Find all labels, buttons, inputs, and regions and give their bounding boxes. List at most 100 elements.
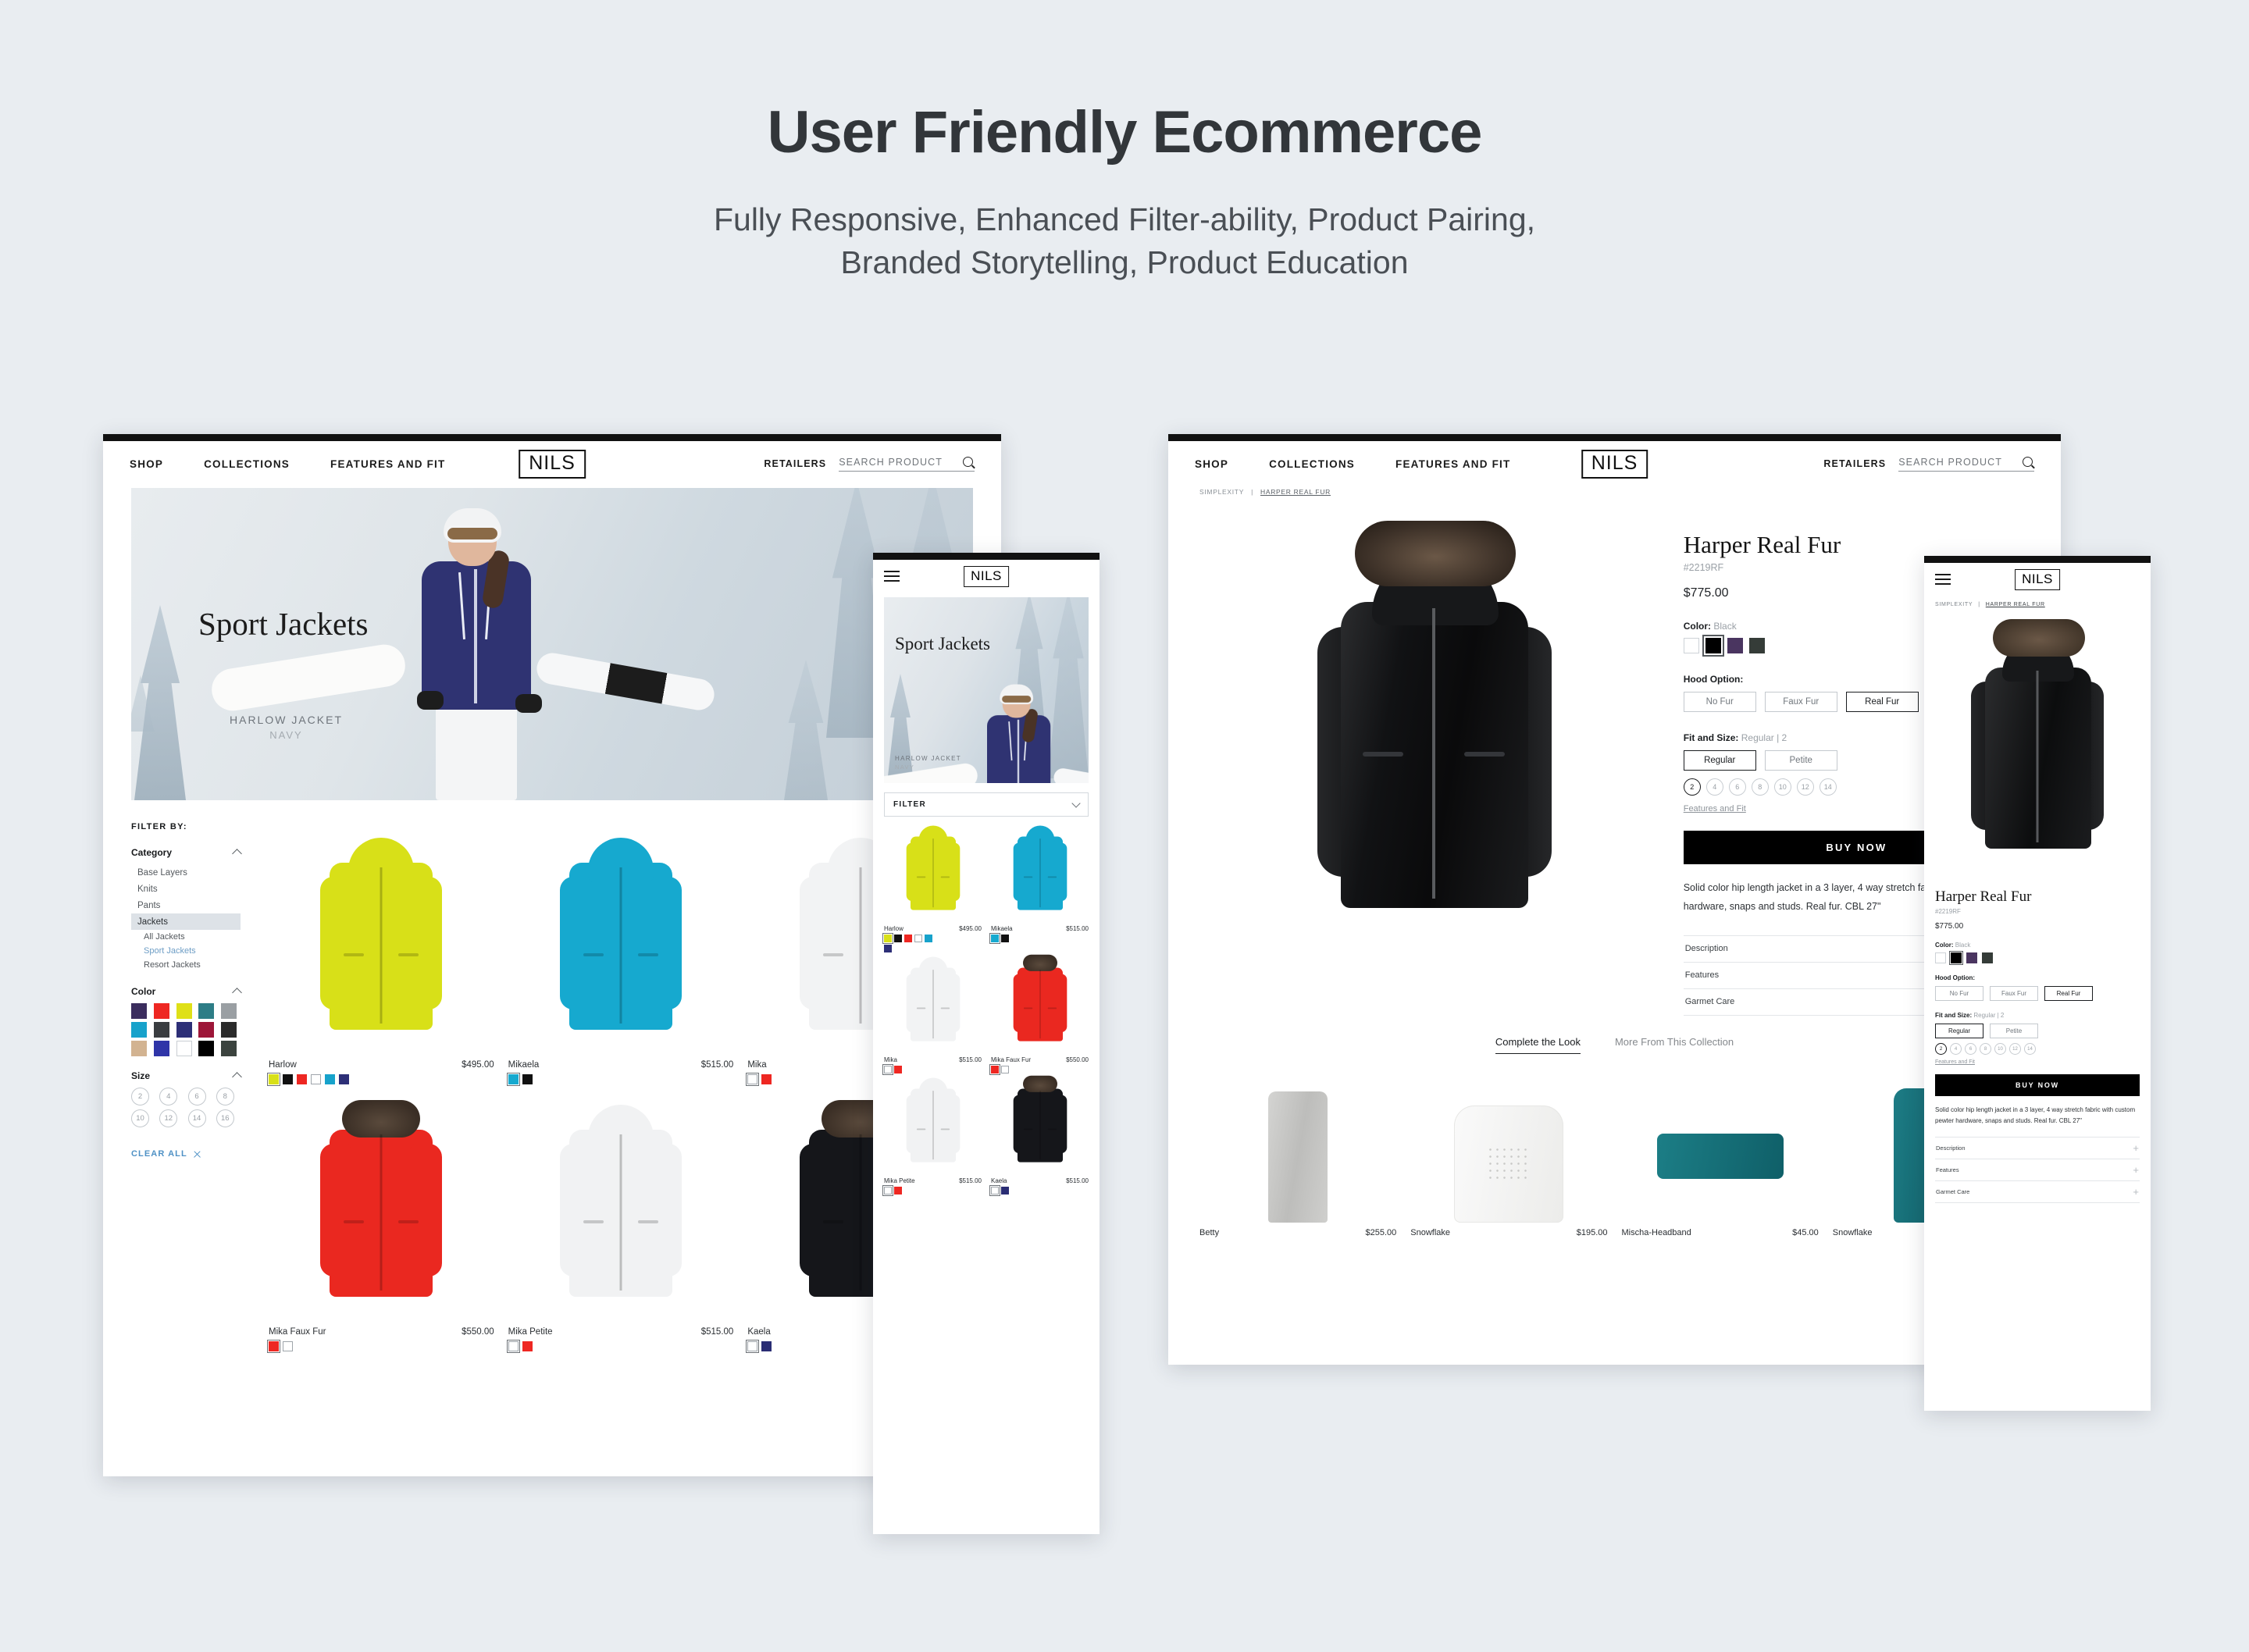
filter-swatch-7[interactable] xyxy=(176,1022,192,1038)
pdp-color-swatch-1[interactable] xyxy=(1948,950,1964,966)
filter-category-base-layers[interactable]: Base Layers xyxy=(131,864,241,881)
hood-option-real-fur[interactable]: Real Fur xyxy=(1845,692,1919,713)
filter-swatch-8[interactable] xyxy=(198,1022,215,1038)
mobile-product-card[interactable]: Harlow $495.00 xyxy=(882,824,982,952)
filter-swatch-10[interactable] xyxy=(131,1041,147,1056)
product-swatch-1[interactable] xyxy=(283,1074,293,1084)
product-swatch-0[interactable] xyxy=(989,1063,1001,1076)
filter-swatch-13[interactable] xyxy=(198,1041,215,1056)
product-swatches[interactable] xyxy=(882,1063,940,1076)
filter-color-swatches[interactable] xyxy=(131,1003,241,1056)
filter-size-options[interactable]: 2 4 6 8 10 12 14 16 xyxy=(131,1088,241,1127)
product-swatch-4[interactable] xyxy=(925,935,932,942)
product-swatch-0[interactable] xyxy=(506,1339,520,1354)
fit-option-regular[interactable]: Regular xyxy=(1683,750,1756,771)
product-swatch-0[interactable] xyxy=(882,1184,894,1197)
pdp-size-2[interactable]: 2 xyxy=(1935,1043,1947,1055)
product-image[interactable] xyxy=(269,1089,494,1323)
pdp-color-swatch-3[interactable] xyxy=(1982,952,1993,963)
product-image[interactable] xyxy=(269,822,494,1056)
search-icon[interactable] xyxy=(2023,456,2034,468)
product-card[interactable]: Mika Faux Fur $550.00 xyxy=(266,1089,494,1354)
filter-swatch-14[interactable] xyxy=(221,1041,237,1056)
brand-logo[interactable]: NILS xyxy=(2015,568,2060,590)
product-swatches[interactable] xyxy=(882,1184,940,1197)
color-swatch-group[interactable] xyxy=(1935,950,2140,966)
nav-link-features-and-fit[interactable]: FEATURES AND FIT xyxy=(330,458,445,470)
chevron-up-icon[interactable] xyxy=(232,849,242,859)
filter-swatch-3[interactable] xyxy=(198,1003,215,1019)
product-swatch-1[interactable] xyxy=(761,1074,772,1084)
nav-link-retailers[interactable]: RETAILERS xyxy=(1823,458,1886,469)
hood-option-faux-fur[interactable]: Faux Fur xyxy=(1990,986,2038,1001)
brand-logo[interactable]: NILS xyxy=(519,449,586,479)
plus-icon[interactable]: + xyxy=(2133,1142,2139,1154)
search-icon[interactable] xyxy=(963,456,975,468)
product-swatch-5[interactable] xyxy=(884,945,892,952)
product-swatch-1[interactable] xyxy=(1001,1187,1009,1194)
filter-swatch-5[interactable] xyxy=(131,1022,147,1038)
filter-subcategory-all-jackets[interactable]: All Jackets xyxy=(131,930,241,944)
pdp-size-12[interactable]: 12 xyxy=(2009,1043,2021,1055)
pdp-color-swatch-2[interactable] xyxy=(1966,952,1977,963)
product-swatch-0[interactable] xyxy=(266,1072,281,1087)
pdp-color-swatch-0[interactable] xyxy=(1935,952,1946,963)
chevron-down-icon[interactable] xyxy=(1071,798,1081,808)
search-field[interactable]: SEARCH PRODUCT xyxy=(1898,456,2034,472)
filter-category-jackets[interactable]: Jackets xyxy=(131,913,241,930)
product-swatches[interactable] xyxy=(882,932,940,952)
filter-group-color-header[interactable]: Color xyxy=(131,986,242,998)
related-product-card[interactable]: Betty $255.00 xyxy=(1199,1076,1396,1237)
filter-swatch-9[interactable] xyxy=(221,1022,237,1038)
filter-swatch-1[interactable] xyxy=(153,1003,169,1019)
pdp-size-4[interactable]: 4 xyxy=(1950,1043,1962,1055)
related-product-card[interactable]: Snowflake $195.00 xyxy=(1410,1076,1608,1237)
search-field[interactable]: SEARCH PRODUCT xyxy=(839,456,975,472)
product-card[interactable]: Harlow $495.00 xyxy=(266,822,494,1087)
product-swatch-1[interactable] xyxy=(761,1341,772,1351)
product-swatch-0[interactable] xyxy=(746,1072,760,1087)
hamburger-icon[interactable] xyxy=(884,568,900,585)
chevron-up-icon[interactable] xyxy=(232,1072,242,1082)
pdp-size-10[interactable]: 10 xyxy=(1773,778,1791,796)
product-swatch-1[interactable] xyxy=(1001,1066,1009,1073)
chevron-up-icon[interactable] xyxy=(232,988,242,998)
hood-option-real-fur[interactable]: Real Fur xyxy=(2044,986,2093,1001)
product-image[interactable] xyxy=(508,1089,734,1323)
hood-option-group[interactable]: No Fur Faux Fur Real Fur xyxy=(1935,986,2140,1001)
product-swatches[interactable] xyxy=(506,1339,734,1354)
filter-category-knits[interactable]: Knits xyxy=(131,881,241,897)
filter-size-14[interactable]: 14 xyxy=(187,1109,206,1127)
product-card[interactable]: Mikaela $515.00 xyxy=(506,822,734,1087)
filter-size-4[interactable]: 4 xyxy=(159,1088,178,1105)
filter-swatch-2[interactable] xyxy=(176,1003,192,1019)
pdp-color-swatch-2[interactable] xyxy=(1727,638,1743,654)
filter-swatch-11[interactable] xyxy=(153,1041,169,1056)
filter-group-size-header[interactable]: Size xyxy=(131,1070,242,1082)
clear-all-button[interactable]: CLEAR ALL xyxy=(131,1149,241,1159)
mobile-product-gallery[interactable] xyxy=(1924,607,2151,888)
product-swatch-1[interactable] xyxy=(894,1187,902,1194)
product-swatches[interactable] xyxy=(266,1072,494,1087)
pdp-color-swatch-3[interactable] xyxy=(1748,638,1765,654)
product-swatch-3[interactable] xyxy=(914,935,922,942)
plus-icon[interactable]: + xyxy=(2133,1164,2139,1176)
hood-option-faux-fur[interactable]: Faux Fur xyxy=(1764,692,1837,713)
pdp-size-8[interactable]: 8 xyxy=(1980,1043,1991,1055)
product-swatch-0[interactable] xyxy=(266,1339,281,1354)
pdp-gallery[interactable] xyxy=(1199,500,1668,1016)
mobile-product-card[interactable]: Mika Faux Fur $550.00 xyxy=(989,954,1089,1076)
nav-link-features-and-fit[interactable]: FEATURES AND FIT xyxy=(1395,458,1510,470)
accordion-description[interactable]: Description + xyxy=(1935,1137,2140,1159)
filter-swatch-6[interactable] xyxy=(153,1022,169,1038)
filter-swatch-12[interactable] xyxy=(176,1041,192,1056)
filter-subcategory-resort-jackets[interactable]: Resort Jackets xyxy=(131,958,241,972)
breadcrumb-current[interactable]: HARPER REAL FUR xyxy=(1986,602,2045,607)
fit-option-petite[interactable]: Petite xyxy=(1764,750,1837,771)
mobile-product-card[interactable]: Mika $515.00 xyxy=(882,956,982,1076)
product-swatch-1[interactable] xyxy=(894,935,902,942)
product-swatch-0[interactable] xyxy=(882,932,894,945)
filter-size-2[interactable]: 2 xyxy=(131,1088,149,1105)
fit-option-group[interactable]: Regular Petite xyxy=(1935,1024,2140,1038)
filter-size-6[interactable]: 6 xyxy=(187,1088,206,1105)
